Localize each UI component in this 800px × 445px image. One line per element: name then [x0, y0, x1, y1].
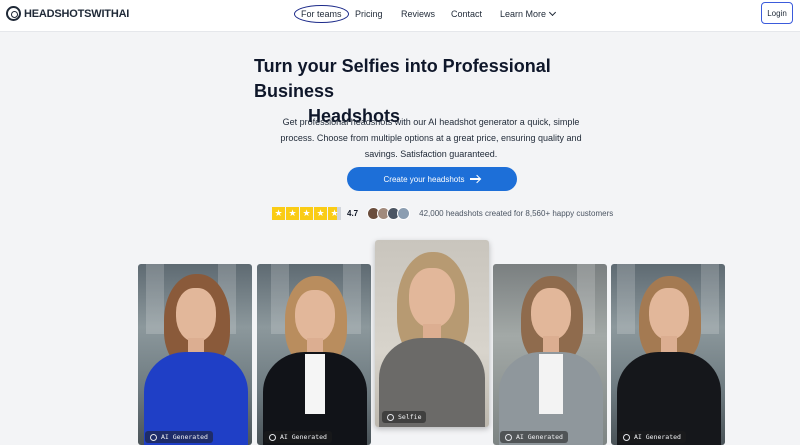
star-icon: ★	[300, 206, 313, 220]
ai-generated-tag: AI Generated	[145, 431, 213, 443]
camera-icon	[269, 433, 276, 441]
tag-label: AI Generated	[280, 433, 327, 441]
nav-link-pricing[interactable]: Pricing	[355, 9, 383, 19]
person-face	[295, 290, 335, 342]
selfie-card: Selfie	[375, 240, 489, 427]
hero-title-line-1: Turn your Selfies into Professional Busi…	[254, 56, 551, 101]
star-rating: ★ ★ ★ ★ ★	[272, 206, 341, 220]
nav-link-for-teams[interactable]: For teams	[294, 5, 349, 23]
create-headshots-label: Create your headshots	[383, 174, 465, 184]
selfie-tag: Selfie	[382, 411, 427, 423]
star-icon: ★	[286, 206, 299, 220]
rating-score: 4.7	[347, 208, 359, 218]
nav-link-contact[interactable]: Contact	[451, 9, 482, 19]
star-icon: ★	[272, 206, 285, 220]
headshot-card-4: AI Generated	[493, 264, 607, 445]
background-window	[701, 264, 719, 334]
person-shirt	[305, 354, 325, 414]
login-button[interactable]: Login	[761, 2, 793, 24]
avatar	[397, 206, 411, 220]
ai-generated-tag: AI Generated	[264, 431, 332, 443]
camera-icon	[150, 433, 157, 441]
ai-generated-tag: AI Generated	[618, 431, 686, 443]
arrow-right-icon	[470, 178, 481, 180]
person-face	[531, 288, 571, 340]
tag-label: Selfie	[398, 413, 422, 421]
background-window	[146, 264, 164, 334]
person-shirt	[539, 354, 563, 414]
rating-row: ★ ★ ★ ★ ★ 4.7 42,000 headshots created f…	[272, 205, 613, 221]
tag-label: AI Generated	[634, 433, 681, 441]
person-face	[409, 268, 455, 328]
camera-icon	[623, 433, 630, 441]
camera-icon	[505, 433, 512, 441]
headshot-card-1: AI Generated	[138, 264, 252, 445]
learn-more-label: Learn More	[500, 9, 547, 19]
nav-links: For teams Pricing Reviews Contact Learn …	[0, 0, 800, 32]
headshot-card-5: AI Generated	[611, 264, 725, 445]
customers-count-text: 42,000 headshots created for 8,560+ happ…	[419, 208, 614, 218]
star-icon: ★	[328, 206, 341, 220]
tag-label: AI Generated	[161, 433, 208, 441]
hero-subtitle: Get professional headshots with our AI h…	[280, 117, 582, 159]
top-navbar: HEADSHOTSWITHAI For teams Pricing Review…	[0, 0, 800, 32]
headshot-card-2: AI Generated	[257, 264, 371, 445]
chevron-down-icon	[548, 8, 557, 17]
star-icon: ★	[314, 206, 327, 220]
camera-icon	[387, 413, 394, 421]
create-headshots-button[interactable]: Create your headshots	[347, 167, 517, 191]
person-face	[176, 288, 216, 342]
nav-link-learn-more[interactable]: Learn More	[500, 8, 557, 19]
tag-label: AI Generated	[516, 433, 563, 441]
person-face	[649, 288, 689, 340]
customer-avatars	[367, 206, 411, 220]
background-window	[617, 264, 635, 334]
nav-link-reviews[interactable]: Reviews	[401, 9, 435, 19]
ai-generated-tag: AI Generated	[500, 431, 568, 443]
